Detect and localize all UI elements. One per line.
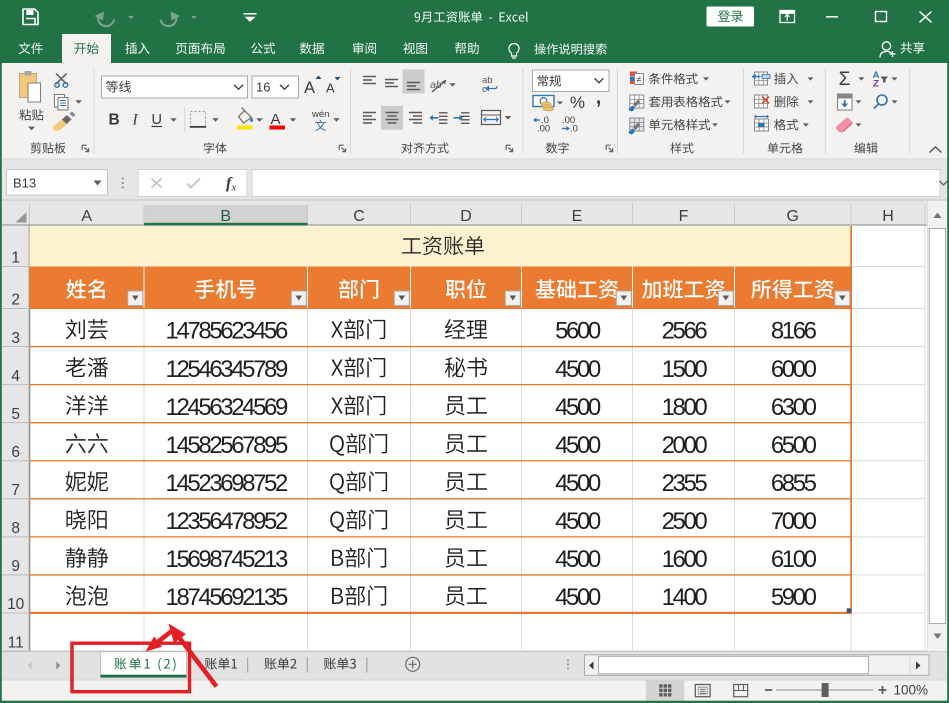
svg-text:7: 7 <box>11 482 20 499</box>
svg-text:6100: 6100 <box>771 546 817 573</box>
svg-text:U: U <box>152 112 162 128</box>
svg-text:F: F <box>679 208 689 225</box>
svg-text:1800: 1800 <box>662 394 708 421</box>
svg-text:.0: .0 <box>570 124 578 135</box>
svg-text:2500: 2500 <box>662 508 708 535</box>
svg-text:C: C <box>353 208 365 225</box>
svg-text:c: c <box>482 84 487 95</box>
svg-text:I: I <box>132 112 139 129</box>
svg-text:wén: wén <box>311 109 329 120</box>
svg-text:1: 1 <box>11 250 20 267</box>
svg-text:4500: 4500 <box>555 356 601 383</box>
svg-text:6000: 6000 <box>771 356 817 383</box>
svg-text:14785623456: 14785623456 <box>166 318 288 345</box>
svg-text:H: H <box>882 208 894 225</box>
svg-text:1600: 1600 <box>662 546 708 573</box>
svg-text:6300: 6300 <box>771 394 817 421</box>
svg-text:18745692135: 18745692135 <box>166 584 288 611</box>
svg-text:.00: .00 <box>537 124 550 135</box>
svg-text:A: A <box>271 111 281 128</box>
svg-text:1500: 1500 <box>662 356 708 383</box>
svg-text:4500: 4500 <box>555 584 601 611</box>
svg-text:3: 3 <box>11 330 20 347</box>
svg-text:5900: 5900 <box>771 584 817 611</box>
svg-text:14582567895: 14582567895 <box>166 432 288 459</box>
svg-text:6: 6 <box>11 444 20 461</box>
svg-text:12456324569: 12456324569 <box>166 394 288 421</box>
svg-text:6855: 6855 <box>771 470 817 497</box>
svg-text:B: B <box>220 208 231 225</box>
svg-text:14523698752: 14523698752 <box>166 470 288 497</box>
svg-text:D: D <box>460 208 472 225</box>
svg-text:≠: ≠ <box>637 75 642 85</box>
svg-text:1400: 1400 <box>662 584 708 611</box>
svg-text:4500: 4500 <box>555 432 601 459</box>
svg-text:%: % <box>570 93 585 112</box>
svg-text:2000: 2000 <box>662 432 708 459</box>
svg-text:8166: 8166 <box>771 318 817 345</box>
svg-text:5600: 5600 <box>555 318 601 345</box>
svg-text:100%: 100% <box>893 683 928 698</box>
svg-text:2355: 2355 <box>662 470 708 497</box>
svg-text:16: 16 <box>256 80 270 95</box>
svg-text:B: B <box>109 112 120 129</box>
svg-text:5: 5 <box>11 406 20 423</box>
svg-text:,: , <box>596 87 602 109</box>
svg-text:8: 8 <box>11 520 20 537</box>
svg-text:x: x <box>231 183 237 194</box>
svg-text:2566: 2566 <box>662 318 708 345</box>
svg-text:2: 2 <box>11 292 20 309</box>
svg-text:A: A <box>304 79 315 97</box>
svg-text:4500: 4500 <box>555 546 601 573</box>
svg-text:10: 10 <box>7 596 25 613</box>
svg-text:9: 9 <box>11 558 20 575</box>
svg-text:Σ: Σ <box>839 69 851 90</box>
svg-text:4500: 4500 <box>555 508 601 535</box>
svg-text:11: 11 <box>8 634 24 651</box>
svg-text:4: 4 <box>11 368 20 385</box>
svg-text:12356478952: 12356478952 <box>166 508 288 535</box>
svg-text:6500: 6500 <box>771 432 817 459</box>
svg-text:12546345789: 12546345789 <box>166 356 288 383</box>
svg-text:B13: B13 <box>13 176 36 191</box>
svg-text:4500: 4500 <box>555 470 601 497</box>
svg-text:A: A <box>326 81 335 96</box>
svg-text:A: A <box>81 208 92 225</box>
svg-text:Z: Z <box>873 79 879 90</box>
svg-text:15698745213: 15698745213 <box>166 546 288 573</box>
svg-text:E: E <box>572 208 583 225</box>
svg-text:7000: 7000 <box>771 508 817 535</box>
svg-text:G: G <box>787 208 799 225</box>
svg-text:4500: 4500 <box>555 394 601 421</box>
